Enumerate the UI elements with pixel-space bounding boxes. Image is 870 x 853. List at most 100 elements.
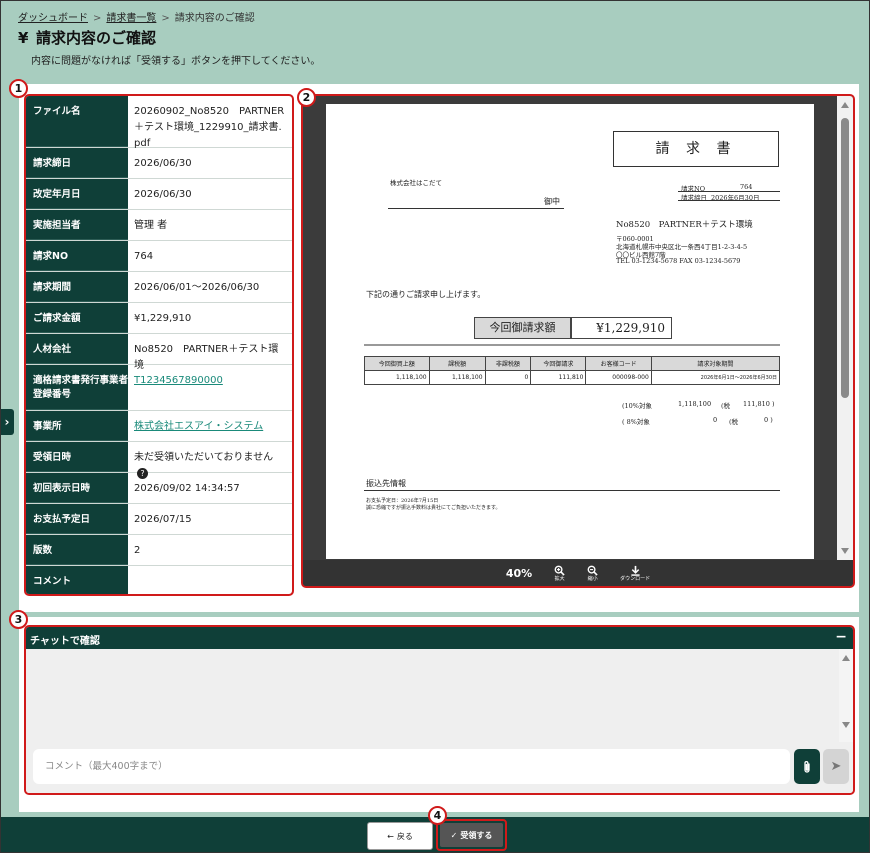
table-header: 課税額 [428, 356, 486, 371]
recipient-suffix: 御中 [544, 197, 560, 206]
send-icon: ➤ [830, 759, 842, 774]
download-icon [631, 565, 640, 576]
info-value [128, 566, 292, 594]
zoom-out-label: 縮小 [587, 575, 598, 582]
zoom-level: 40% [505, 566, 533, 580]
info-label: 請求NO [26, 241, 128, 271]
info-label: 請求期間 [26, 272, 128, 302]
info-value: 2 [134, 545, 141, 556]
pdf-viewer[interactable]: 請 求 書 株式会社はこだて 御中 請求NO 764 請求締日 2026年6月3… [301, 94, 855, 588]
page-title: ¥ 請求内容のご確認 [18, 27, 156, 48]
info-row-staffing-company: 人材会社 No8520 PARTNER＋テスト環境 [26, 334, 292, 371]
chat-input-row: ➤ [26, 742, 853, 793]
zoom-out-icon [587, 565, 598, 576]
info-row-version: 版数 2 [26, 535, 292, 566]
table-cell: 111,810 [530, 370, 587, 385]
info-row-first-view: 初回表示日時 2026/09/02 14:34:57 [26, 473, 292, 504]
recipient-underline [388, 208, 564, 209]
chat-header: チャットで確認 − [26, 627, 853, 649]
info-value: 未だ受領いただいておりません? [128, 442, 292, 479]
download-button[interactable]: ダウンロード [620, 565, 650, 582]
send-button[interactable]: ➤ [823, 749, 849, 784]
received-status: 未だ受領いただいておりません [134, 452, 274, 463]
office-link[interactable]: 株式会社エスアイ・システム [134, 421, 263, 432]
breadcrumb-current: 請求内容のご確認 [174, 13, 255, 24]
scroll-thumb[interactable] [841, 118, 849, 398]
pdf-scrollbar[interactable] [837, 96, 853, 560]
bank-info-line: お支払予定日：2026年7月15日 [366, 498, 439, 504]
scroll-up-icon[interactable] [842, 655, 850, 661]
table-header-row: 今回御買上額 課税額 非課税額 今回御請求 お客様コード 請求対象期間 [364, 356, 781, 371]
info-value: ¥1,229,910 [134, 313, 192, 324]
chat-scrollbar[interactable] [839, 649, 853, 742]
info-value: 2026/06/01～2026/06/30 [134, 282, 260, 293]
info-value: T1234567890000 [128, 365, 292, 410]
registration-number-link[interactable]: T1234567890000 [134, 375, 223, 386]
info-value: 2026/06/30 [134, 189, 192, 200]
yen-icon: ¥ [18, 29, 29, 47]
info-label: 初回表示日時 [26, 473, 128, 503]
info-label: コメント [26, 566, 128, 594]
info-row-comment: コメント [26, 566, 292, 594]
recipient-company: 株式会社はこだて [390, 179, 442, 187]
divider [364, 490, 780, 491]
table-header: 請求対象期間 [650, 356, 781, 371]
table-cell: 0 [484, 370, 532, 385]
accept-button[interactable]: ✓ 受領する [440, 823, 503, 847]
back-button[interactable]: ← 戻る [367, 822, 433, 850]
info-label: 版数 [26, 535, 128, 565]
step-badge-4: 4 [428, 806, 447, 825]
table-header: 今回御請求 [530, 356, 587, 371]
info-label: ご請求金額 [26, 303, 128, 333]
scroll-down-icon[interactable] [841, 548, 849, 554]
step-badge-1: 1 [9, 79, 28, 98]
zoom-in-button[interactable]: 拡大 [554, 565, 565, 582]
invoice-title: 請 求 書 [613, 131, 779, 167]
bank-info-title: 振込先情報 [366, 479, 406, 488]
info-label: ファイル名 [26, 96, 128, 147]
info-value: 764 [134, 251, 154, 262]
comment-input[interactable] [33, 749, 790, 784]
scroll-down-icon[interactable] [842, 722, 850, 728]
info-row-closing-date: 請求締日 2026/06/30 [26, 148, 292, 179]
amount-label: 今回御請求額 [474, 317, 571, 339]
attach-file-button[interactable] [794, 749, 820, 784]
breadcrumb: ダッシュボード > 請求書一覧 > 請求内容のご確認 [18, 9, 255, 24]
breadcrumb-separator: > [93, 13, 102, 24]
info-value: No8520 PARTNER＋テスト環境 [134, 344, 279, 371]
zoom-in-label: 拡大 [554, 575, 565, 582]
invoice-no: 764 [740, 183, 753, 191]
table-header: お客様コード [585, 356, 652, 371]
info-row-invoice-no: 請求NO 764 [26, 241, 292, 272]
info-value: 2026/09/02 14:34:57 [134, 483, 240, 494]
breadcrumb-dashboard[interactable]: ダッシュボード [18, 13, 88, 24]
info-value: 2026/07/15 [134, 514, 192, 525]
info-value: 管理 者 [134, 220, 168, 231]
chat-log [26, 649, 853, 742]
bank-info-line: 誠に恐縮ですが振込手数料は貴社にてご負担いただきます。 [366, 505, 501, 511]
info-label: 実施担当者 [26, 210, 128, 240]
table-cell: 2026年6月1日～2026年6月30日 [650, 370, 781, 385]
paperclip-icon [804, 760, 810, 773]
info-label: 適格請求書発行事業者登録番号 [26, 365, 128, 410]
table-header: 今回御買上額 [364, 356, 430, 371]
collapse-icon[interactable]: − [835, 629, 847, 645]
tax-line-tax-label: (税 [721, 402, 731, 410]
issuer-address-line: TEL 03-1234-5678 FAX 03-1234-5679 [616, 257, 741, 265]
arrow-left-icon: ← [387, 831, 394, 841]
page-subtitle: 内容に問題がなければ「受領する」ボタンを押下してください。 [31, 56, 321, 67]
invoice-intro: 下記の通りご請求申し上げます。 [366, 290, 486, 299]
zoom-out-button[interactable]: 縮小 [587, 565, 598, 582]
accept-button-label: 受領する [460, 830, 493, 840]
divider [364, 344, 780, 346]
zoom-in-icon [554, 565, 565, 576]
tax-line-label: (10%対象 [622, 402, 652, 410]
sidebar-toggle-button[interactable]: › [0, 409, 14, 435]
scroll-up-icon[interactable] [841, 102, 849, 108]
tax-line-amount: 0 [713, 416, 718, 424]
invoice-page: 請 求 書 株式会社はこだて 御中 請求NO 764 請求締日 2026年6月3… [326, 104, 814, 559]
tax-line-label: ( 8%対象 [622, 418, 650, 426]
table-cell: 000098-000 [585, 370, 652, 385]
step-badge-3: 3 [9, 610, 28, 629]
breadcrumb-invoice-list[interactable]: 請求書一覧 [106, 13, 156, 24]
